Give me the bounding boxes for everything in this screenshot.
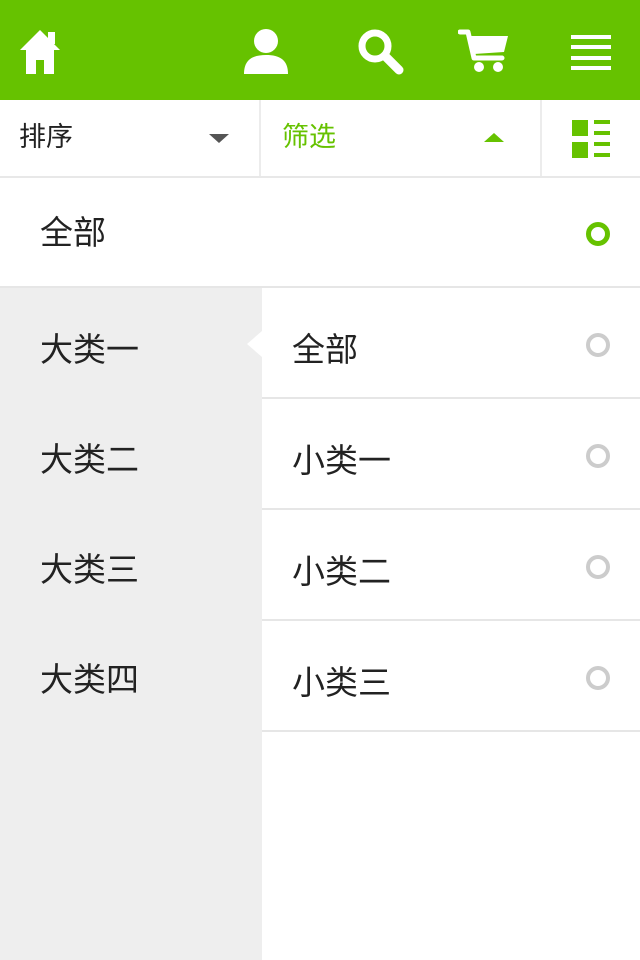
subcategory-item-2[interactable]: 小类二 bbox=[262, 510, 640, 621]
filter-dropdown[interactable]: 筛选 bbox=[261, 100, 542, 176]
category-label: 大类四 bbox=[40, 660, 139, 699]
radio-unselected-icon bbox=[586, 444, 610, 468]
subcategory-label: 小类二 bbox=[292, 552, 391, 591]
subcategory-item-all[interactable]: 全部 bbox=[262, 288, 640, 399]
category-item-3[interactable]: 大类三 bbox=[0, 508, 262, 618]
filter-all-option[interactable]: 全部 bbox=[0, 178, 640, 288]
home-icon[interactable] bbox=[18, 28, 62, 76]
category-label: 大类一 bbox=[40, 330, 139, 369]
search-icon[interactable] bbox=[357, 28, 405, 76]
subcategory-item-3[interactable]: 小类三 bbox=[262, 621, 640, 732]
category-item-2[interactable]: 大类二 bbox=[0, 398, 262, 508]
radio-unselected-icon bbox=[586, 666, 610, 690]
radio-unselected-icon bbox=[586, 333, 610, 357]
subcategory-label: 小类三 bbox=[292, 663, 391, 702]
grid-list-icon bbox=[572, 120, 610, 158]
sort-filter-bar: 排序 筛选 bbox=[0, 100, 640, 178]
radio-unselected-icon bbox=[586, 555, 610, 579]
user-icon[interactable] bbox=[242, 28, 290, 74]
category-item-4[interactable]: 大类四 bbox=[0, 618, 262, 728]
filter-all-label: 全部 bbox=[40, 213, 106, 252]
sort-label: 排序 bbox=[19, 122, 73, 153]
category-label: 大类二 bbox=[40, 440, 139, 479]
cart-icon[interactable] bbox=[458, 28, 510, 74]
subcategory-label: 小类一 bbox=[292, 441, 391, 480]
subcategory-list: 全部 小类一 小类二 小类三 bbox=[262, 288, 640, 960]
radio-selected-icon bbox=[586, 222, 610, 246]
menu-icon[interactable] bbox=[571, 35, 611, 71]
top-nav-bar bbox=[0, 0, 640, 100]
category-item-1[interactable]: 大类一 bbox=[0, 288, 262, 398]
active-category-pointer bbox=[247, 331, 262, 357]
subcategory-label: 全部 bbox=[292, 330, 358, 369]
caret-down-icon bbox=[209, 134, 229, 143]
caret-up-icon bbox=[484, 133, 504, 142]
category-label: 大类三 bbox=[40, 550, 139, 589]
view-toggle-button[interactable] bbox=[542, 100, 640, 176]
subcategory-item-1[interactable]: 小类一 bbox=[262, 399, 640, 510]
category-list: 大类一 大类二 大类三 大类四 bbox=[0, 288, 262, 960]
filter-label: 筛选 bbox=[282, 122, 336, 153]
sort-dropdown[interactable]: 排序 bbox=[0, 100, 261, 176]
